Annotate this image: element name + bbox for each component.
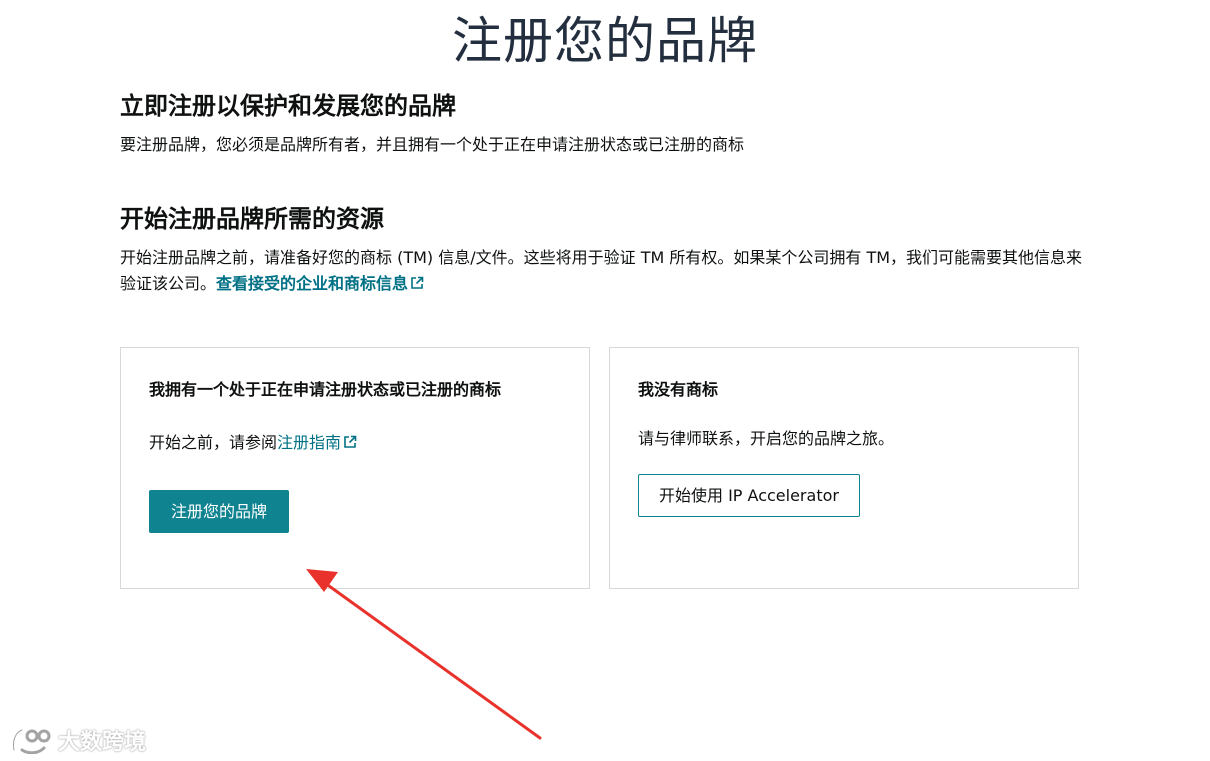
register-brand-button[interactable]: 注册您的品牌 [149, 490, 290, 533]
card-no-trademark-title: 我没有商标 [638, 380, 719, 399]
accepted-business-info-link-label: 查看接受的企业和商标信息 [216, 274, 409, 293]
ip-accelerator-button[interactable]: 开始使用 IP Accelerator [638, 474, 860, 517]
card-no-trademark: 我没有商标 请与律师联系，开启您的品牌之旅。 开始使用 IP Accelerat… [609, 347, 1079, 589]
accepted-business-info-link[interactable]: 查看接受的企业和商标信息 [216, 274, 424, 293]
page: 注册您的品牌 立即注册以保护和发展您的品牌 要注册品牌，您必须是品牌所有者，并且… [0, 0, 1210, 761]
page-title: 注册您的品牌 [452, 12, 758, 70]
registration-guide-link[interactable]: 注册指南 [277, 433, 357, 452]
card-has-trademark-title: 我拥有一个处于正在申请注册状态或已注册的商标 [149, 380, 502, 399]
card-has-trademark: 我拥有一个处于正在申请注册状态或已注册的商标 开始之前，请参阅注册指南 注册您的… [120, 347, 590, 589]
watermark-logo-icon [11, 728, 51, 754]
card-has-trademark-text: 开始之前，请参阅注册指南 [149, 430, 561, 456]
external-link-icon [344, 435, 357, 448]
section-resources: 开始注册品牌所需的资源 开始注册品牌之前，请准备好您的商标 (TM) 信息/文件… [120, 203, 1090, 297]
registration-guide-link-label: 注册指南 [277, 433, 342, 452]
section-resources-heading: 开始注册品牌所需的资源 [120, 205, 384, 233]
section-resources-text: 开始注册品牌之前，请准备好您的商标 (TM) 信息/文件。这些将用于验证 TM … [120, 245, 1090, 297]
section-protect-brand: 立即注册以保护和发展您的品牌 要注册品牌，您必须是品牌所有者，并且拥有一个处于正… [120, 90, 1090, 158]
watermark: 大数跨境 [10, 722, 146, 758]
external-link-icon [411, 276, 424, 289]
section-protect-heading: 立即注册以保护和发展您的品牌 [120, 92, 456, 120]
card-has-trademark-text-prefix: 开始之前，请参阅 [149, 433, 278, 452]
section-protect-text: 要注册品牌，您必须是品牌所有者，并且拥有一个处于正在申请注册状态或已注册的商标 [120, 135, 745, 154]
card-no-trademark-text: 请与律师联系，开启您的品牌之旅。 [638, 429, 895, 448]
watermark-text: 大数跨境 [58, 730, 147, 755]
